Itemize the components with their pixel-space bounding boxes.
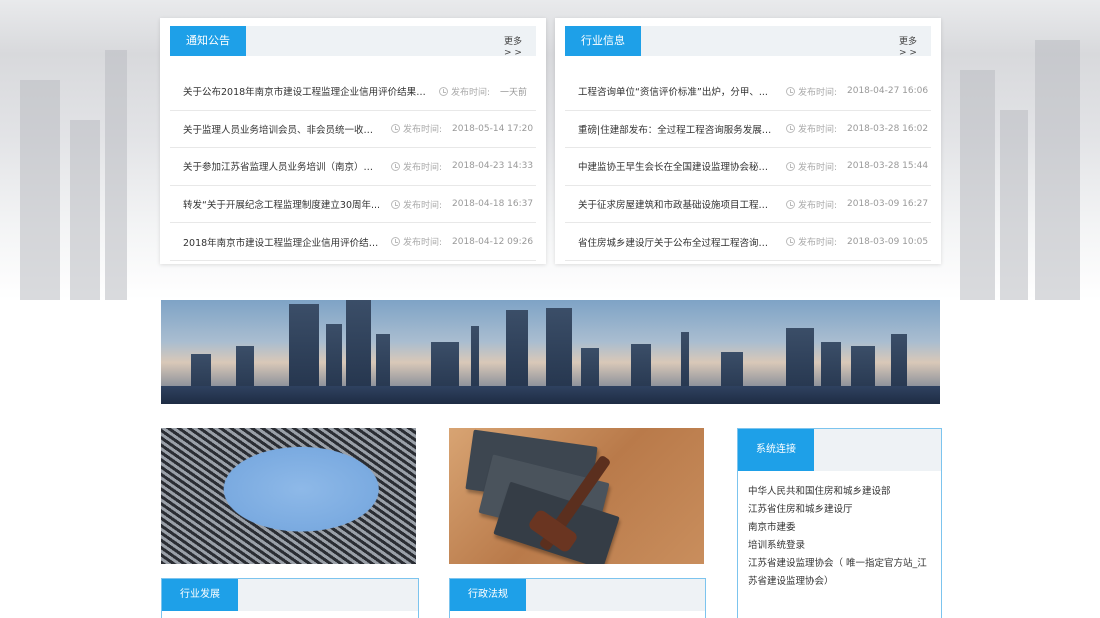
gavel-books-photo — [449, 428, 704, 564]
news-title[interactable]: 2018年南京市建设工程监理企业信用评价结果... — [183, 235, 391, 249]
link-item[interactable]: 培训系统登录 — [748, 537, 931, 555]
news-title[interactable]: 工程咨询单位“资信评价标准”出炉，分甲、... — [578, 84, 786, 98]
regulations-panel: 行政法规 — [449, 578, 706, 618]
news-title[interactable]: 关于参加江苏省监理人员业务培训（南京）打... — [183, 159, 391, 173]
industry-more-link[interactable]: 更多> > — [899, 37, 923, 59]
news-title[interactable]: 关于征求房屋建筑和市政基础设施项目工程总... — [578, 197, 786, 211]
clock-icon — [390, 237, 400, 247]
notice-more-link[interactable]: 更多> > — [504, 37, 528, 59]
list-item[interactable]: 转发“关于开展纪念工程监理制度建立30周年... 发布时间: 2018-04-1… — [170, 186, 536, 224]
publish-date: 2018-04-12 09:26 — [452, 236, 534, 247]
publish-label: 发布时间: — [797, 162, 837, 173]
publish-date: 2018-03-28 15:44 — [847, 161, 929, 172]
clock-icon — [785, 199, 795, 209]
clock-icon — [438, 86, 448, 96]
news-title[interactable]: 省住房城乡建设厅关于公布全过程工程咨询试... — [578, 235, 786, 249]
link-item[interactable]: 江苏省住房和城乡建设厅 — [748, 501, 931, 519]
publish-date: 一天前 — [500, 87, 528, 98]
news-title[interactable]: 关于公布2018年南京市建设工程监理企业信用评价结果的... — [183, 84, 439, 98]
publish-date: 2018-04-23 14:33 — [452, 161, 534, 172]
list-item[interactable]: 关于参加江苏省监理人员业务培训（南京）打... 发布时间: 2018-04-23… — [170, 148, 536, 186]
notice-panel-header: 通知公告 更多> > — [170, 26, 536, 59]
clock-icon — [390, 161, 400, 171]
industry-list: 工程咨询单位“资信评价标准”出炉，分甲、... 发布时间: 2018-04-27… — [565, 73, 931, 261]
list-item[interactable]: 关于征求房屋建筑和市政基础设施项目工程总... 发布时间: 2018-03-09… — [565, 186, 931, 224]
development-panel-header: 行业发展 — [162, 579, 418, 611]
link-item[interactable]: 江苏省建设监理协会（ 唯一指定官方站_江苏省建设监理协会） — [748, 555, 931, 591]
list-item[interactable]: 工程咨询单位“资信评价标准”出炉，分甲、... 发布时间: 2018-04-27… — [565, 73, 931, 111]
architecture-photo — [161, 428, 416, 564]
publish-date: 2018-05-14 17:20 — [452, 123, 534, 134]
link-item[interactable]: 中华人民共和国住房和城乡建设部 — [748, 483, 931, 501]
publish-label: 发布时间: — [797, 87, 837, 98]
publish-label: 发布时间: — [797, 200, 837, 211]
list-item[interactable]: 中建监协王早生会长在全国建设监理协会秘书... 发布时间: 2018-03-28… — [565, 148, 931, 186]
news-title[interactable]: 转发“关于开展纪念工程监理制度建立30周年... — [183, 197, 391, 211]
publish-label: 发布时间: — [797, 238, 837, 249]
news-title[interactable]: 中建监协王早生会长在全国建设监理协会秘书... — [578, 159, 786, 173]
news-title[interactable]: 重磅|住建部发布：全过程工程咨询服务发展的... — [578, 122, 786, 136]
system-links-header: 系统连接 — [738, 429, 941, 471]
system-links-list: 中华人民共和国住房和城乡建设部 江苏省住房和城乡建设厅 南京市建委 培训系统登录… — [748, 483, 931, 591]
publish-date: 2018-03-09 16:27 — [847, 199, 929, 210]
tab-development[interactable]: 行业发展 — [162, 579, 238, 611]
clock-icon — [785, 237, 795, 247]
publish-label: 发布时间: — [450, 87, 490, 98]
list-item[interactable]: 省住房城乡建设厅关于公布全过程工程咨询试... 发布时间: 2018-03-09… — [565, 223, 931, 261]
tab-system-links[interactable]: 系统连接 — [738, 429, 814, 471]
list-item[interactable]: 2018年南京市建设工程监理企业信用评价结果... 发布时间: 2018-04-… — [170, 223, 536, 261]
list-item[interactable]: 重磅|住建部发布：全过程工程咨询服务发展的... 发布时间: 2018-03-2… — [565, 111, 931, 149]
publish-label: 发布时间: — [402, 162, 442, 173]
publish-date: 2018-03-09 10:05 — [847, 236, 929, 247]
clock-icon — [390, 124, 400, 134]
clock-icon — [785, 86, 795, 96]
system-links-panel: 系统连接 中华人民共和国住房和城乡建设部 江苏省住房和城乡建设厅 南京市建委 培… — [737, 428, 942, 618]
tab-industry[interactable]: 行业信息 — [565, 26, 641, 56]
tab-notice[interactable]: 通知公告 — [170, 26, 246, 56]
page: 通知公告 更多> > 关于公布2018年南京市建设工程监理企业信用评价结果的..… — [0, 0, 1100, 618]
notice-panel: 通知公告 更多> > 关于公布2018年南京市建设工程监理企业信用评价结果的..… — [160, 18, 546, 264]
publish-label: 发布时间: — [402, 200, 442, 211]
industry-panel-header: 行业信息 更多> > — [565, 26, 931, 59]
publish-date: 2018-04-18 16:37 — [452, 199, 534, 210]
clock-icon — [785, 124, 795, 134]
publish-date: 2018-03-28 16:02 — [847, 123, 929, 134]
publish-label: 发布时间: — [797, 125, 837, 136]
list-item[interactable]: 关于监理人员业务培训会员、非会员统一收费... 发布时间: 2018-05-14… — [170, 111, 536, 149]
tab-regulations[interactable]: 行政法规 — [450, 579, 526, 611]
regulations-panel-header: 行政法规 — [450, 579, 705, 611]
publish-label: 发布时间: — [402, 125, 442, 136]
clock-icon — [785, 161, 795, 171]
publish-date: 2018-04-27 16:06 — [847, 86, 929, 97]
link-item[interactable]: 南京市建委 — [748, 519, 931, 537]
clock-icon — [390, 199, 400, 209]
development-panel: 行业发展 — [161, 578, 419, 618]
industry-panel: 行业信息 更多> > 工程咨询单位“资信评价标准”出炉，分甲、... 发布时间:… — [555, 18, 941, 264]
notice-list: 关于公布2018年南京市建设工程监理企业信用评价结果的... 发布时间: 一天前… — [170, 73, 536, 261]
publish-label: 发布时间: — [402, 238, 442, 249]
news-title[interactable]: 关于监理人员业务培训会员、非会员统一收费... — [183, 122, 391, 136]
list-item[interactable]: 关于公布2018年南京市建设工程监理企业信用评价结果的... 发布时间: 一天前 — [170, 73, 536, 111]
skyline-banner — [161, 300, 940, 404]
